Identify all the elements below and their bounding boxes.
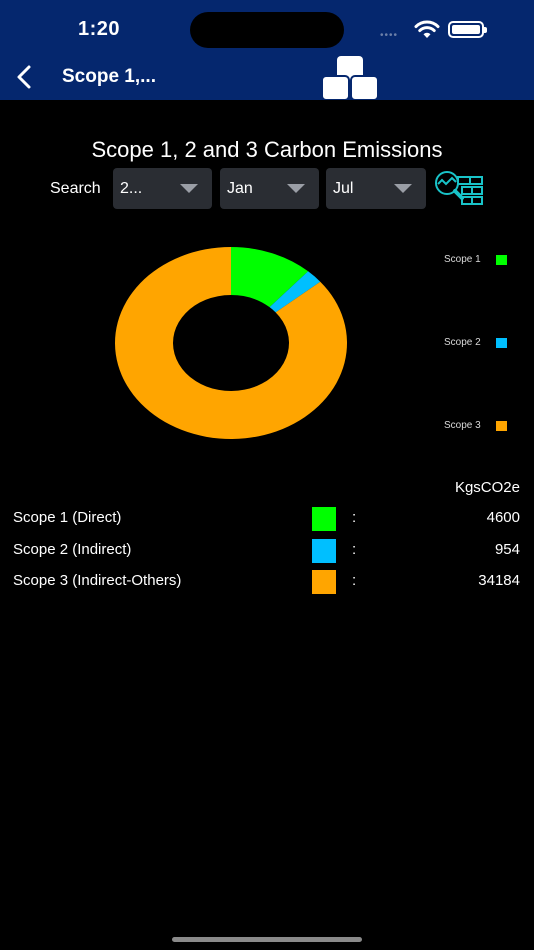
from-month-value: Jan (227, 180, 253, 197)
to-month-value: Jul (333, 180, 354, 197)
row-value: 34184 (478, 572, 520, 589)
row-label: Scope 3 (Indirect-Others) (13, 572, 182, 589)
chevron-left-icon (17, 65, 31, 89)
wifi-icon (414, 20, 440, 38)
legend-item-scope-1: Scope 1 (420, 253, 510, 267)
separator: : (352, 572, 357, 589)
search-label: Search (50, 180, 101, 197)
chevron-down-icon (287, 184, 305, 193)
back-button[interactable] (10, 62, 40, 92)
row-value: 954 (494, 541, 520, 558)
home-indicator (172, 937, 362, 942)
search-report-icon (435, 171, 483, 205)
to-month-dropdown[interactable]: Jul (326, 168, 426, 209)
color-swatch (312, 507, 336, 531)
chart-title: Scope 1, 2 and 3 Carbon Emissions (91, 137, 443, 162)
legend-label: Scope 2 (444, 337, 481, 348)
legend-item-scope-2: Scope 2 (420, 336, 510, 350)
search-report-button[interactable] (432, 168, 486, 212)
top-bar: 1:20 •••• Scope 1,... (0, 0, 534, 100)
table-row: Scope 2 (Indirect) : 954 (0, 539, 534, 565)
legend-swatch (496, 338, 507, 348)
year-dropdown[interactable]: 2... (113, 168, 212, 209)
donut-chart (115, 247, 347, 439)
table-row: Scope 1 (Direct) : 4600 (0, 507, 534, 533)
chevron-down-icon (394, 184, 412, 193)
separator: : (352, 509, 357, 526)
legend-label: Scope 1 (444, 254, 481, 265)
from-month-dropdown[interactable]: Jan (220, 168, 319, 209)
stacked-cubes-logo (322, 56, 378, 100)
legend-swatch (496, 255, 507, 265)
battery-icon (448, 21, 487, 38)
units-label: KgsCO2e (454, 479, 520, 496)
row-value: 4600 (486, 509, 520, 526)
separator: : (352, 541, 357, 558)
signal-icon: •••• (380, 30, 399, 41)
chevron-down-icon (180, 184, 198, 193)
legend-item-scope-3: Scope 3 (420, 419, 510, 433)
status-time: 1:20 (78, 18, 121, 40)
year-dropdown-value: 2... (120, 180, 143, 197)
legend-swatch (496, 421, 507, 431)
row-label: Scope 2 (Indirect) (13, 541, 132, 558)
nav-title: Scope 1,... (62, 66, 156, 87)
color-swatch (312, 539, 336, 563)
dynamic-island (190, 12, 344, 48)
table-row: Scope 3 (Indirect-Others) : 34184 (0, 570, 534, 596)
legend-label: Scope 3 (444, 420, 481, 431)
row-label: Scope 1 (Direct) (13, 509, 122, 526)
color-swatch (312, 570, 336, 594)
